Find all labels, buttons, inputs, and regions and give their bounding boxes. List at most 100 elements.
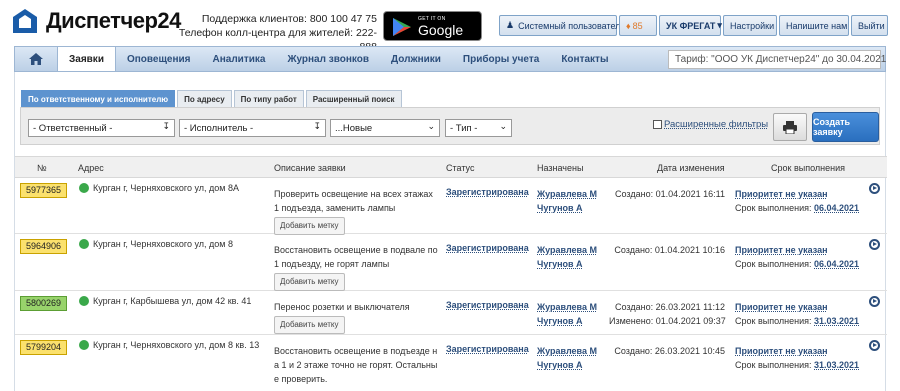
logout-button[interactable]: Выйти [851, 15, 888, 36]
nav-requests[interactable]: Заявки [57, 47, 116, 71]
requests-table: № Адрес Описание заявки Статус Назначены… [15, 156, 887, 391]
date-cell: Создано: 26.03.2021 11:12 Изменено: 01.04… [609, 300, 726, 328]
created-date: Создано: 01.04.2021 16:11 [615, 189, 725, 199]
date-cell: Создано: 01.04.2021 16:11 [609, 187, 725, 201]
printer-icon [783, 120, 797, 134]
description-cell: Проверить освещение на всех этажах 1 подъ… [274, 187, 441, 235]
request-number[interactable]: 5964906 [20, 239, 67, 254]
address-cell: Курган г, Черняховского ул, дом 8 кв. 13 [79, 340, 259, 350]
company-dropdown[interactable]: УК ФРЕГАТ ▾ [659, 15, 722, 36]
write-us-button[interactable]: Напишите нам [779, 15, 849, 36]
address-cell: Курган г, Черняховского ул, дом 8 [79, 239, 233, 249]
status-select[interactable]: ...Новые ⌄ [330, 119, 440, 137]
due-cell: Приоритет не указан Срок выполнения: 06.0… [735, 187, 859, 215]
due-cell: Приоритет не указан Срок выполнения: 31.0… [735, 300, 859, 328]
google-play-badge[interactable]: GET IT ON Google Play [383, 11, 482, 54]
priority-link[interactable]: Приоритет не указан [735, 187, 859, 201]
priority-link[interactable]: Приоритет не указан [735, 243, 859, 257]
notifications-button[interactable]: ♦ 85 [619, 15, 657, 36]
nav-call-log[interactable]: Журнал звонков [276, 47, 380, 71]
sort-arrow-icon: ↧ [313, 121, 321, 131]
assignee-link[interactable]: Чугунов А [537, 257, 597, 271]
table-row[interactable]: 5964906 Курган г, Черняховского ул, дом … [15, 234, 887, 291]
tariff-field[interactable]: Тариф: "ООО УК Диспетчер24" до 30.04.202… [668, 50, 886, 69]
request-number[interactable]: 5799204 [20, 340, 67, 355]
type-value: - Тип - [450, 122, 478, 134]
table-row[interactable]: 5977365 Курган г, Черняховского ул, дом … [15, 178, 887, 235]
status-link[interactable]: Зарегистрирована [446, 344, 529, 354]
user-icon: ♟ [506, 20, 515, 30]
nav-analytics[interactable]: Аналитика [202, 47, 277, 71]
add-tag-button[interactable]: Добавить метку [274, 217, 345, 235]
filter-bar: - Ответственный - ↧ - Исполнитель - ↧ ...Н… [20, 107, 880, 145]
status-link[interactable]: Зарегистрирована [446, 187, 529, 197]
assigned-cell: Журавлева М Чугунов А [537, 187, 597, 215]
priority-link[interactable]: Приоритет не указан [735, 300, 859, 314]
address-status-icon [79, 340, 89, 350]
due-date-link[interactable]: 06.04.2021 [814, 259, 859, 269]
add-tag-button[interactable]: Добавить метку [274, 316, 345, 334]
header-address: Адрес [78, 163, 104, 173]
address-text: Курган г, Черняховского ул, дом 8 кв. 13 [93, 340, 260, 350]
due-line: Срок выполнения: 06.04.2021 [735, 257, 859, 271]
tab-by-address[interactable]: По адресу [177, 90, 232, 107]
description-cell: Перенос розетки и выключателя Добавить ме… [274, 300, 441, 334]
open-request-icon[interactable] [869, 340, 880, 351]
responsible-select[interactable]: - Ответственный - ↧ [28, 119, 175, 137]
due-date-link[interactable]: 06.04.2021 [814, 203, 859, 213]
table-row[interactable]: 5800269 Курган г, Карбышева ул, дом 42 к… [15, 291, 887, 335]
logo-icon [12, 8, 38, 34]
status-link[interactable]: Зарегистрирована [446, 300, 529, 310]
tab-by-responsible[interactable]: По ответственному и исполнителю [21, 90, 176, 107]
assignee-link[interactable]: Журавлева М [537, 300, 597, 314]
table-row[interactable]: 5799204 Курган г, Черняховского ул, дом … [15, 335, 887, 391]
filter-tabs: По ответственному и исполнителю По адрес… [21, 90, 404, 107]
request-number[interactable]: 5800269 [20, 296, 67, 311]
status-link[interactable]: Зарегистрирована [446, 243, 529, 253]
advanced-filters-toggle[interactable]: Расширенные фильтры [653, 119, 768, 130]
open-request-icon[interactable] [869, 239, 880, 250]
logo[interactable]: Диспетчер24 [12, 8, 181, 34]
due-cell: Приоритет не указан Срок выполнения: 06.0… [735, 243, 859, 271]
header-due: Срок выполнения [771, 163, 845, 173]
address-status-icon [79, 296, 89, 306]
user-name: Системный пользователь [518, 20, 626, 31]
create-request-button[interactable]: Создать заявку [812, 112, 879, 142]
description-line: 1 подъезда, заменить лампы [274, 203, 396, 213]
priority-link[interactable]: Приоритет не указан [735, 344, 859, 358]
assignee-link[interactable]: Журавлева М [537, 187, 597, 201]
address-status-icon [79, 239, 89, 249]
header-description: Описание заявки [274, 163, 346, 173]
settings-button[interactable]: Настройки [723, 15, 777, 36]
due-label: Срок выполнения: [735, 259, 812, 269]
due-date-link[interactable]: 31.03.2021 [814, 360, 859, 370]
created-date: Создано: 01.04.2021 10:16 [614, 245, 725, 255]
nav-meters[interactable]: Приборы учета [452, 47, 550, 71]
description-line: Перенос розетки и выключателя [274, 302, 410, 312]
home-button[interactable] [15, 47, 57, 71]
company-name: УК ФРЕГАТ [666, 20, 716, 31]
notifications-count: 85 [632, 20, 643, 31]
date-cell: Создано: 26.03.2021 10:45 [609, 344, 725, 358]
assignee-link[interactable]: Журавлева М [537, 243, 597, 257]
assignee-link[interactable]: Чугунов А [537, 201, 597, 215]
assignee-link[interactable]: Чугунов А [537, 358, 597, 372]
add-tag-button[interactable]: Добавить метку [274, 273, 345, 291]
advanced-filters-checkbox[interactable] [653, 120, 662, 129]
due-date-link[interactable]: 31.03.2021 [814, 316, 859, 326]
chevron-down-icon: ⌄ [427, 121, 435, 131]
open-request-icon[interactable] [869, 296, 880, 307]
open-request-icon[interactable] [869, 183, 880, 194]
print-button[interactable] [773, 113, 807, 141]
tab-advanced-search[interactable]: Расширенный поиск [305, 90, 402, 107]
tab-by-work-type[interactable]: По типу работ [233, 90, 304, 107]
type-select[interactable]: - Тип - ⌄ [445, 119, 512, 137]
nav-notifications[interactable]: Оповещения [116, 47, 202, 71]
user-button[interactable]: ♟ Системный пользователь [499, 15, 625, 36]
nav-contacts[interactable]: Контакты [550, 47, 619, 71]
assignee-link[interactable]: Журавлева М [537, 344, 597, 358]
nav-debtors[interactable]: Должники [380, 47, 452, 71]
executor-select[interactable]: - Исполнитель - ↧ [179, 119, 326, 137]
assignee-link[interactable]: Чугунов А [537, 314, 597, 328]
request-number[interactable]: 5977365 [20, 183, 67, 198]
